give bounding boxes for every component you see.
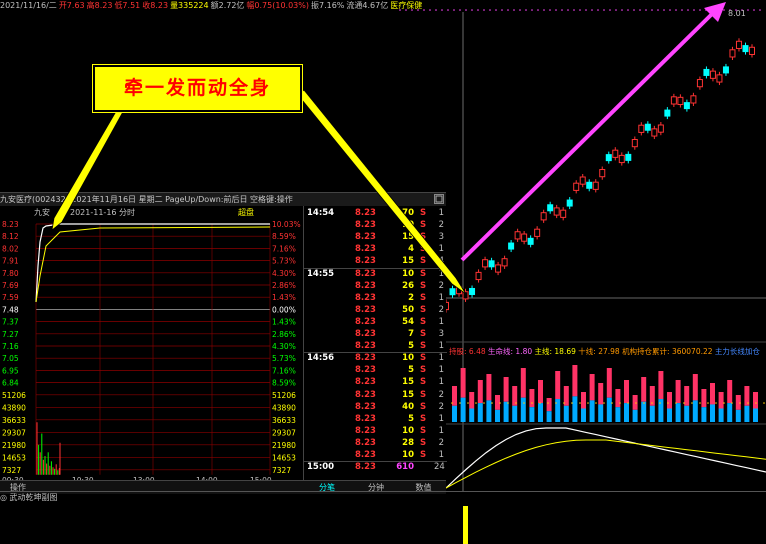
banner-text: 牵一发而动全身 [123, 77, 271, 99]
arrow-to-intraday [51, 107, 125, 231]
sub-chart-area [463, 506, 468, 544]
headline-banner: 牵一发而动全身 [93, 65, 302, 112]
sub-chart-bar[interactable]: ◎ 武动乾坤副图 [0, 491, 766, 504]
trend-arrow-line [460, 12, 714, 262]
arrow-to-kline [297, 89, 467, 295]
sub-chart-label: 武动乾坤副图 [9, 493, 58, 502]
sub-chart-volume-bar [463, 506, 468, 544]
sub-chart-icon: ◎ [0, 493, 10, 502]
